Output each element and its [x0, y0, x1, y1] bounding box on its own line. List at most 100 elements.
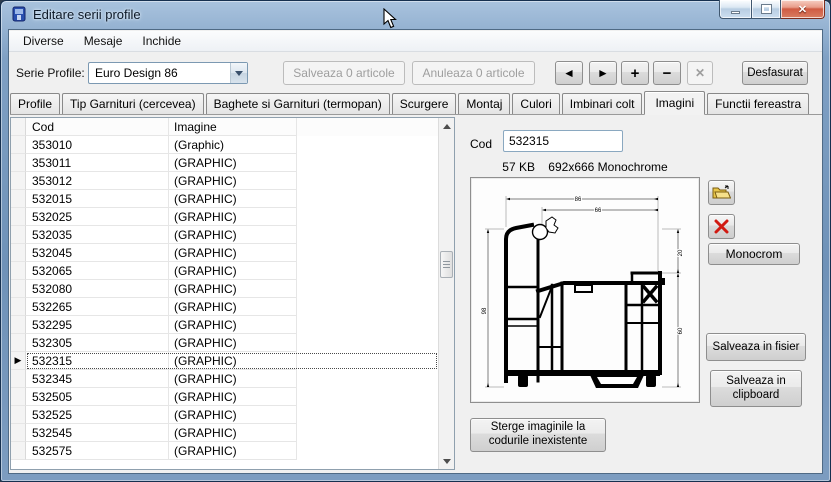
- combobox-dropdown-button[interactable]: [230, 63, 247, 83]
- menu-item-inchide[interactable]: Inchide: [132, 32, 191, 50]
- vertical-scrollbar[interactable]: [438, 118, 454, 469]
- imagine-cell[interactable]: (GRAPHIC): [169, 388, 297, 406]
- imagine-cell[interactable]: (GRAPHIC): [169, 352, 297, 370]
- save-to-clipboard-button[interactable]: Salveaza in clipboard: [710, 370, 802, 407]
- cod-column-header[interactable]: Cod: [26, 118, 169, 136]
- imagine-cell[interactable]: (Graphic): [169, 136, 297, 154]
- open-image-button[interactable]: [708, 180, 735, 205]
- table-row[interactable]: 532505 (GRAPHIC): [11, 388, 438, 406]
- cod-cell[interactable]: 532575: [26, 442, 169, 460]
- plus-icon: +: [630, 64, 640, 82]
- cod-input[interactable]: [503, 130, 623, 152]
- imagine-cell[interactable]: (GRAPHIC): [169, 280, 297, 298]
- cod-cell[interactable]: 532035: [26, 226, 169, 244]
- imagine-cell[interactable]: (GRAPHIC): [169, 424, 297, 442]
- tab-culori[interactable]: Culori: [512, 93, 560, 114]
- delete-record-button[interactable]: ✕: [687, 61, 713, 85]
- imagine-cell[interactable]: (GRAPHIC): [169, 442, 297, 460]
- cod-cell[interactable]: 353011: [26, 154, 169, 172]
- delete-image-button[interactable]: [708, 214, 735, 239]
- cod-cell[interactable]: 532045: [26, 244, 169, 262]
- table-row[interactable]: 532035 (GRAPHIC): [11, 226, 438, 244]
- cod-cell[interactable]: 353012: [26, 172, 169, 190]
- table-row[interactable]: 532045 (GRAPHIC): [11, 244, 438, 262]
- table-row[interactable]: 532295 (GRAPHIC): [11, 316, 438, 334]
- image-preview: 86 66 98 20 60: [470, 177, 700, 403]
- cod-cell[interactable]: 353010: [26, 136, 169, 154]
- cod-cell[interactable]: 532295: [26, 316, 169, 334]
- table-row[interactable]: 532065 (GRAPHIC): [11, 262, 438, 280]
- maximize-button[interactable]: [751, 0, 781, 19]
- imagine-cell[interactable]: (GRAPHIC): [169, 298, 297, 316]
- cod-cell[interactable]: 532025: [26, 208, 169, 226]
- selected-row-pointer-icon: ▶: [14, 355, 22, 365]
- cod-cell[interactable]: 532080: [26, 280, 169, 298]
- menu-item-diverse[interactable]: Diverse: [13, 32, 74, 50]
- imagine-cell[interactable]: (GRAPHIC): [169, 406, 297, 424]
- menu-item-mesaje[interactable]: Mesaje: [74, 32, 133, 50]
- row-indicator-cell: [11, 244, 26, 262]
- cod-cell[interactable]: 532305: [26, 334, 169, 352]
- table-row[interactable]: 353012 (GRAPHIC): [11, 172, 438, 190]
- table-row[interactable]: 532305 (GRAPHIC): [11, 334, 438, 352]
- imagine-cell[interactable]: (GRAPHIC): [169, 244, 297, 262]
- cod-cell[interactable]: 532065: [26, 262, 169, 280]
- desfasurat-button[interactable]: Desfasurat: [742, 61, 808, 85]
- cod-cell[interactable]: 532545: [26, 424, 169, 442]
- cod-cell[interactable]: 532345: [26, 370, 169, 388]
- imagine-cell[interactable]: (GRAPHIC): [169, 334, 297, 352]
- table-row[interactable]: 532080 (GRAPHIC): [11, 280, 438, 298]
- table-row[interactable]: 532545 (GRAPHIC): [11, 424, 438, 442]
- imagine-column-header[interactable]: Imagine: [169, 118, 297, 136]
- close-button[interactable]: ✕: [781, 0, 825, 19]
- table-row[interactable]: ▶ 532315 (GRAPHIC): [11, 352, 438, 370]
- cod-cell[interactable]: 532265: [26, 298, 169, 316]
- tab-imbinari-colt[interactable]: Imbinari colt: [561, 93, 643, 114]
- table-row[interactable]: 532525 (GRAPHIC): [11, 406, 438, 424]
- tab-scurgere[interactable]: Scurgere: [391, 93, 457, 114]
- imagine-cell[interactable]: (GRAPHIC): [169, 208, 297, 226]
- table-row[interactable]: 532025 (GRAPHIC): [11, 208, 438, 226]
- delete-missing-images-button[interactable]: Sterge imaginile la codurile inexistente: [470, 418, 606, 452]
- nav-next-button[interactable]: ►: [589, 61, 617, 85]
- imagine-cell[interactable]: (GRAPHIC): [169, 172, 297, 190]
- cod-cell[interactable]: 532315: [26, 352, 169, 370]
- tab-montaj[interactable]: Montaj: [458, 93, 511, 114]
- imagine-cell[interactable]: (GRAPHIC): [169, 190, 297, 208]
- tab-tip-garnituri-cercevea-[interactable]: Tip Garnituri (cercevea): [62, 93, 204, 114]
- tab-functii-fereastra[interactable]: Functii fereastra: [707, 93, 810, 114]
- minimize-button[interactable]: [719, 0, 751, 19]
- table-row[interactable]: 532575 (GRAPHIC): [11, 442, 438, 460]
- row-indicator-cell: [11, 388, 26, 406]
- cod-cell[interactable]: 532015: [26, 190, 169, 208]
- table-row[interactable]: 353010 (Graphic): [11, 136, 438, 154]
- scrollbar-thumb[interactable]: [440, 251, 453, 278]
- tab-imagini[interactable]: Imagini: [644, 91, 706, 115]
- scroll-down-button[interactable]: [439, 453, 454, 469]
- cod-cell[interactable]: 532525: [26, 406, 169, 424]
- title-bar[interactable]: Editare serii profile ✕: [0, 0, 831, 29]
- serie-profile-combobox[interactable]: Euro Design 86: [88, 62, 248, 84]
- add-record-button[interactable]: +: [621, 61, 649, 85]
- monochrome-button[interactable]: Monocrom: [708, 243, 800, 265]
- nav-prev-button[interactable]: ◄: [555, 61, 583, 85]
- imagine-cell[interactable]: (GRAPHIC): [169, 226, 297, 244]
- scroll-up-button[interactable]: [439, 118, 454, 134]
- save-articles-button[interactable]: Salveaza 0 articole: [283, 61, 405, 85]
- row-indicator-cell: [11, 370, 26, 388]
- table-row[interactable]: 532015 (GRAPHIC): [11, 190, 438, 208]
- tab-baghete-si-garnituri-termopan-[interactable]: Baghete si Garnituri (termopan): [205, 93, 390, 114]
- tab-profile[interactable]: Profile: [10, 93, 61, 114]
- imagine-cell[interactable]: (GRAPHIC): [169, 262, 297, 280]
- remove-record-button[interactable]: −: [653, 61, 681, 85]
- imagine-cell[interactable]: (GRAPHIC): [169, 370, 297, 388]
- imagine-cell[interactable]: (GRAPHIC): [169, 154, 297, 172]
- table-row[interactable]: 353011 (GRAPHIC): [11, 154, 438, 172]
- cod-cell[interactable]: 532505: [26, 388, 169, 406]
- indicator-header-cell: [11, 118, 26, 136]
- save-to-file-button[interactable]: Salveaza in fisier: [706, 333, 806, 361]
- table-row[interactable]: 532345 (GRAPHIC): [11, 370, 438, 388]
- table-row[interactable]: 532265 (GRAPHIC): [11, 298, 438, 316]
- cancel-articles-button[interactable]: Anuleaza 0 articole: [412, 61, 535, 85]
- imagine-cell[interactable]: (GRAPHIC): [169, 316, 297, 334]
